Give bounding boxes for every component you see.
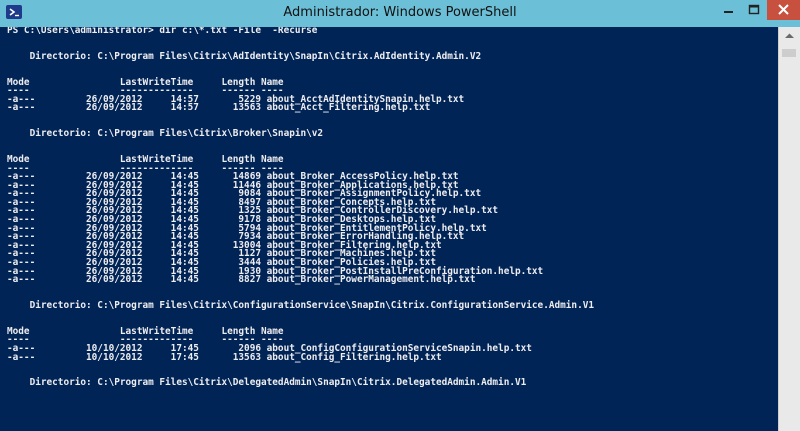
console-line: Directorio: C:\Program Files\Citrix\Conf… bbox=[7, 300, 594, 311]
close-icon bbox=[778, 4, 789, 15]
console-line: PS C:\Users\administrator> dir c:\*.txt … bbox=[7, 27, 318, 36]
console-line: -a--- 10/10/2012 17:45 13563 about_Confi… bbox=[7, 351, 442, 363]
scroll-up-arrow-icon bbox=[785, 33, 794, 38]
vertical-scrollbar[interactable] bbox=[778, 27, 800, 431]
window-title: Administrador: Windows PowerShell bbox=[283, 5, 517, 20]
minimize-button[interactable] bbox=[715, 0, 741, 20]
scroll-up-button[interactable] bbox=[779, 27, 800, 45]
console-line: -a--- 26/09/2012 14:45 8827 about_Broker… bbox=[7, 274, 476, 286]
console-line: Directorio: C:\Program Files\Citrix\Brok… bbox=[7, 128, 324, 140]
console-line: Directorio: C:\Program Files\Citrix\AdId… bbox=[7, 50, 482, 62]
scrollbar-thumb[interactable] bbox=[782, 49, 796, 57]
close-button[interactable] bbox=[767, 0, 800, 20]
console-line: -a--- 26/09/2012 14:57 13563 about_Acct_… bbox=[7, 102, 431, 114]
powershell-window: Administrador: Windows PowerShell PS C:\… bbox=[0, 0, 800, 431]
minimize-icon bbox=[724, 11, 733, 13]
console-line: Directorio: C:\Program Files\Citrix\Dele… bbox=[7, 377, 527, 389]
maximize-button[interactable] bbox=[741, 0, 767, 20]
maximize-icon bbox=[748, 4, 760, 15]
title-bar[interactable]: Administrador: Windows PowerShell bbox=[0, 0, 800, 27]
console-output[interactable]: PS C:\Users\administrator> dir c:\*.txt … bbox=[0, 27, 778, 431]
console-text: PS C:\Users\administrator> dir c:\*.txt … bbox=[0, 27, 778, 388]
